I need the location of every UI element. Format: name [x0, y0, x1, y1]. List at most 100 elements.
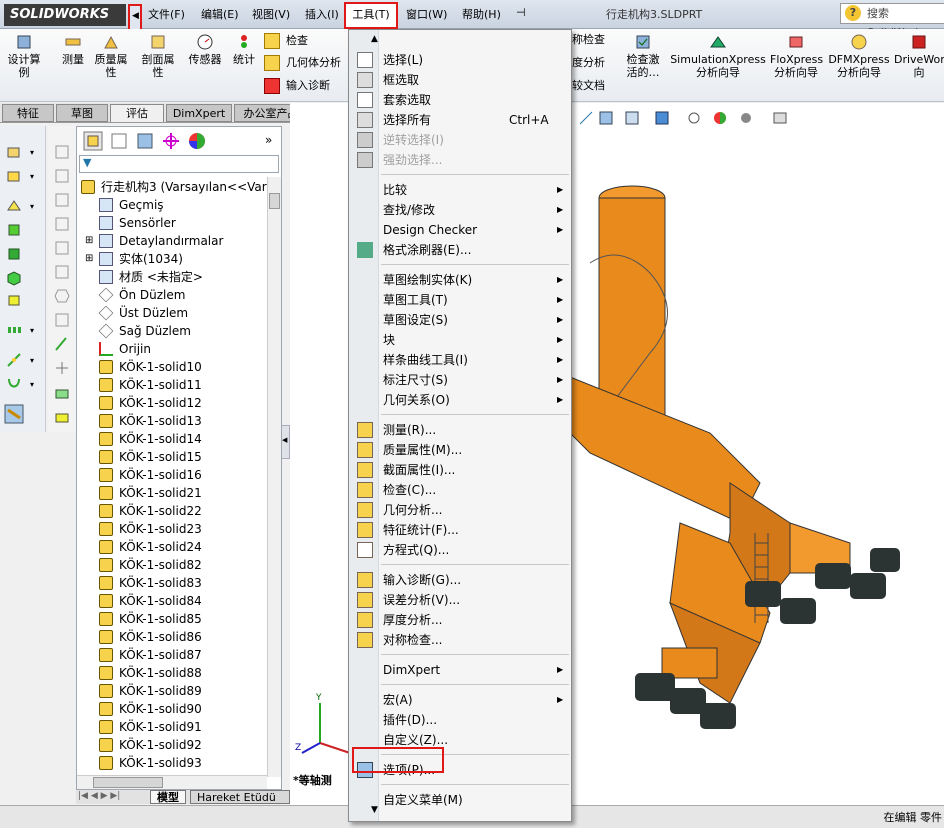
arc-icon[interactable]	[54, 240, 70, 256]
scrollbar-thumb[interactable]	[269, 193, 280, 209]
revolve-icon[interactable]	[6, 168, 22, 184]
tree-item[interactable]: ⊞ 实体(1034)	[77, 250, 183, 268]
point-icon[interactable]	[54, 312, 70, 328]
scene-icon[interactable]	[738, 110, 754, 126]
smart-dimension-icon[interactable]	[54, 336, 70, 352]
menu-item[interactable]: 检查(C)...	[349, 480, 571, 500]
chevron-down-icon[interactable]: ▾	[30, 172, 34, 181]
line-icon[interactable]	[54, 168, 70, 184]
tree-item[interactable]: Orijin	[77, 340, 151, 358]
tab-sketch[interactable]: 草图	[56, 104, 108, 122]
tree-item[interactable]: Sensörler	[77, 214, 176, 232]
display-manager-icon[interactable]	[187, 131, 207, 151]
menu-item[interactable]: 插件(D)...	[349, 710, 571, 730]
menu-item[interactable]: Design Checker ▶	[349, 220, 571, 240]
tree-item[interactable]: KÖK-1-solid91	[77, 718, 202, 736]
tree-item[interactable]: KÖK-1-solid15	[77, 448, 202, 466]
chevron-down-icon[interactable]: ▾	[30, 356, 34, 365]
menu-item[interactable]: 几何分析...	[349, 500, 571, 520]
sketch-icon[interactable]	[54, 144, 70, 160]
rectangle-icon[interactable]	[54, 192, 70, 208]
menu-item[interactable]: 块 ▶	[349, 330, 571, 350]
tree-item[interactable]: KÖK-1-solid21	[77, 484, 202, 502]
check-button[interactable]: 检查	[264, 32, 308, 50]
hide-show-icon[interactable]	[686, 110, 702, 126]
mirror-icon[interactable]	[54, 386, 70, 402]
view-settings-icon[interactable]	[772, 110, 788, 126]
feature-manager-icon[interactable]	[83, 131, 103, 151]
tree-filter-input[interactable]: ▼	[79, 155, 279, 173]
floxpress-button[interactable]: FloXpress 分析向导	[770, 33, 823, 79]
spline-icon[interactable]	[54, 264, 70, 280]
menu-item[interactable]: 厚度分析...	[349, 610, 571, 630]
tree-item[interactable]: KÖK-1-solid14	[77, 430, 202, 448]
chamfer-icon[interactable]	[6, 270, 22, 286]
import-diagnostics-button[interactable]: 输入诊断	[264, 77, 330, 95]
driveworks-button[interactable]: DriveWorks 向	[894, 33, 944, 79]
zoom-to-fit-icon[interactable]	[578, 110, 594, 126]
convert-entities-icon[interactable]	[54, 410, 70, 426]
tree-item[interactable]: KÖK-1-solid88	[77, 664, 202, 682]
tree-item[interactable]: KÖK-1-solid16	[77, 466, 202, 484]
chevron-down-icon[interactable]: ▾	[30, 380, 34, 389]
sweep-icon[interactable]	[6, 198, 22, 214]
tree-item[interactable]: KÖK-1-solid92	[77, 736, 202, 754]
display-style-icon[interactable]	[654, 110, 670, 126]
view-orientation-icon[interactable]	[624, 110, 640, 126]
thickness-analysis-button[interactable]: 度分析	[572, 56, 614, 69]
menu-item[interactable]: 输入诊断(G)...	[349, 570, 571, 590]
menu-tools[interactable]: 工具(T)	[344, 2, 398, 29]
measure-button[interactable]: 测量	[58, 33, 88, 66]
tree-item[interactable]: KÖK-1-solid12	[77, 394, 202, 412]
sensor-button[interactable]: 传感器	[185, 33, 225, 66]
tree-item[interactable]: KÖK-1-solid86	[77, 628, 202, 646]
section-properties-button[interactable]: 剖面属性	[138, 33, 178, 79]
expand-icon[interactable]: ⊞	[85, 232, 93, 250]
menu-item[interactable]: DimXpert ▶	[349, 660, 571, 680]
menu-item[interactable]: 质量属性(M)...	[349, 440, 571, 460]
menu-item[interactable]: 强劲选择...	[349, 150, 571, 170]
shell-icon[interactable]	[6, 292, 22, 308]
menu-item[interactable]: 草图绘制实体(K) ▶	[349, 270, 571, 290]
menu-item[interactable]: 截面属性(I)...	[349, 460, 571, 480]
chevron-down-icon[interactable]: ▾	[30, 202, 34, 211]
tree-horizontal-scrollbar[interactable]	[77, 775, 267, 789]
tree-item[interactable]: Üst Düzlem	[77, 304, 188, 322]
design-study-button[interactable]: 设计算例	[6, 33, 42, 79]
menu-item[interactable]: 比较 ▶	[349, 180, 571, 200]
scroll-up-icon[interactable]: ▲	[371, 34, 378, 44]
tab-nav-arrows[interactable]: |◀ ◀ ▶ ▶|	[78, 791, 120, 801]
loft-icon[interactable]	[6, 222, 22, 238]
tab-dimxpert[interactable]: DimXpert	[166, 104, 232, 122]
tab-motion-study[interactable]: Hareket Etüdü 1	[190, 790, 290, 817]
dimxpert-manager-icon[interactable]	[161, 131, 181, 151]
polygon-icon[interactable]	[54, 288, 70, 304]
chevron-right-icon[interactable]: »	[265, 133, 272, 147]
menu-item[interactable]: 套索选取	[349, 90, 571, 110]
menu-edit[interactable]: 编辑(E)	[201, 6, 239, 22]
geometry-analysis-button[interactable]: 几何体分析	[264, 54, 341, 72]
relations-icon[interactable]	[54, 360, 70, 376]
appearance-icon[interactable]	[712, 110, 728, 126]
chevron-down-icon[interactable]: ▾	[30, 148, 34, 157]
menu-item[interactable]: 草图设定(S) ▶	[349, 310, 571, 330]
tree-item[interactable]: KÖK-1-solid87	[77, 646, 202, 664]
menu-item[interactable]: 选择(L)	[349, 50, 571, 70]
circle-icon[interactable]	[54, 216, 70, 232]
menu-item[interactable]: 标注尺寸(S) ▶	[349, 370, 571, 390]
menu-item[interactable]: 逆转选择(I)	[349, 130, 571, 150]
instant3d-icon[interactable]	[4, 404, 24, 424]
tree-item[interactable]: KÖK-1-solid11	[77, 376, 202, 394]
mass-properties-button[interactable]: 质量属性	[92, 33, 130, 79]
menu-insert[interactable]: 插入(I)	[305, 6, 339, 22]
menu-item[interactable]: 自定义菜单(M)	[349, 790, 571, 810]
tree-item[interactable]: KÖK-1-solid93	[77, 754, 202, 772]
configuration-manager-icon[interactable]	[135, 131, 155, 151]
tree-item[interactable]: KÖK-1-solid22	[77, 502, 202, 520]
menu-item[interactable]: 样条曲线工具(I) ▶	[349, 350, 571, 370]
menu-item[interactable]: 查找/修改 ▶	[349, 200, 571, 220]
tree-item[interactable]: 材质 <未指定>	[77, 268, 203, 286]
tree-item[interactable]: Ön Düzlem	[77, 286, 185, 304]
menu-item[interactable]: 格式涂刷器(E)...	[349, 240, 571, 260]
tree-item[interactable]: KÖK-1-solid24	[77, 538, 202, 556]
